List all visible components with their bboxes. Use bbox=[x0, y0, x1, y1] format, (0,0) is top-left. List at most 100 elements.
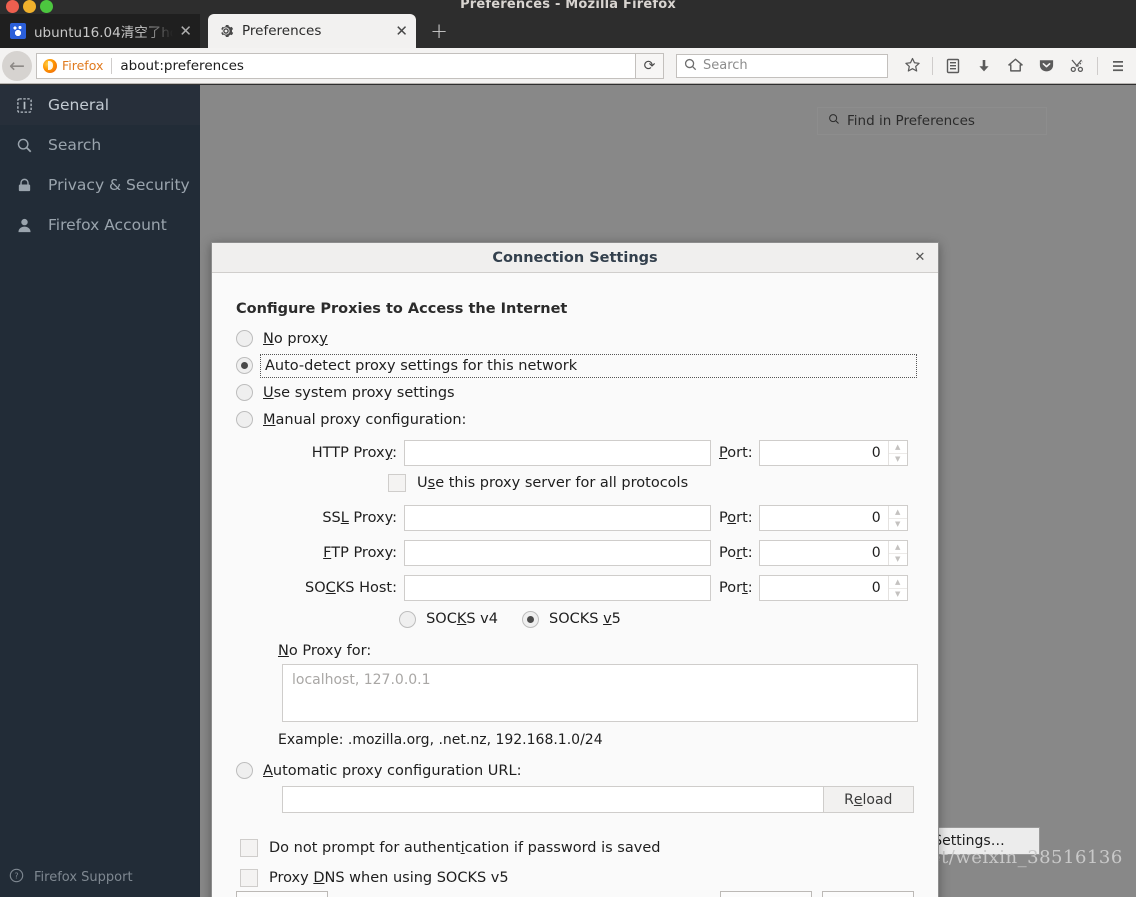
socks-host-input[interactable] bbox=[404, 575, 711, 601]
toolbar-separator bbox=[1097, 56, 1098, 75]
socks-port-stepper[interactable]: 0 ▲ ▼ bbox=[758, 575, 908, 601]
spinner-down-icon[interactable]: ▼ bbox=[889, 554, 907, 566]
radio-indicator[interactable] bbox=[236, 762, 253, 779]
sidebar-item-search[interactable]: Search bbox=[0, 125, 200, 165]
sidebar-firefox-support-link[interactable]: ? Firefox Support bbox=[0, 868, 200, 887]
account-icon bbox=[14, 217, 34, 234]
help-circle-icon: ? bbox=[9, 868, 24, 887]
tab-ubuntu[interactable]: ubuntu16.04清空了hos ✕ bbox=[0, 14, 200, 48]
ftp-port-input[interactable]: 0 bbox=[760, 541, 888, 565]
ssl-port-stepper[interactable]: 0 ▲ ▼ bbox=[758, 505, 908, 531]
toolbar-icons bbox=[898, 52, 1136, 80]
radio-label: Auto-detect proxy settings for this netw… bbox=[260, 353, 917, 378]
radio-label: SOCKS v5 bbox=[548, 611, 621, 627]
checkbox-use-for-all[interactable]: Use this proxy server for all protocols bbox=[388, 468, 914, 498]
http-proxy-input[interactable] bbox=[404, 440, 711, 466]
support-label: Firefox Support bbox=[34, 870, 133, 885]
search-icon bbox=[828, 113, 840, 129]
radio-automatic-pac[interactable]: Automatic proxy configuration URL: bbox=[236, 762, 914, 779]
svg-text:?: ? bbox=[14, 872, 18, 881]
example-text: Example: .mozilla.org, .net.nz, 192.168.… bbox=[278, 732, 603, 748]
radio-system-proxy[interactable]: Use system proxy settings bbox=[236, 379, 914, 406]
cancel-button[interactable]: Cancel bbox=[720, 890, 812, 897]
home-icon[interactable] bbox=[1001, 52, 1029, 80]
radio-socks-v5[interactable] bbox=[521, 610, 539, 628]
dialog-close-icon[interactable]: ✕ bbox=[912, 250, 928, 266]
http-port-stepper[interactable]: 0 ▲ ▼ bbox=[758, 440, 908, 466]
radio-socks-v4[interactable] bbox=[399, 610, 417, 628]
radio-indicator[interactable] bbox=[236, 330, 253, 347]
spinner-up-icon[interactable]: ▲ bbox=[888, 541, 907, 554]
find-in-preferences-input[interactable]: Find in Preferences bbox=[817, 107, 1047, 135]
new-tab-button[interactable]: + bbox=[424, 19, 454, 45]
radio-auto-detect[interactable]: Auto-detect proxy settings for this netw… bbox=[236, 352, 917, 379]
ftp-port-stepper[interactable]: 0 ▲ ▼ bbox=[758, 540, 908, 566]
tab-label: Preferences bbox=[242, 23, 322, 39]
preferences-sidebar: General Search Privacy & Security Firefo… bbox=[0, 85, 200, 897]
toolbar-separator bbox=[932, 56, 933, 75]
dialog-title: Connection Settings bbox=[492, 249, 658, 266]
radio-indicator[interactable] bbox=[236, 384, 253, 401]
radio-label: Manual proxy configuration: bbox=[263, 411, 467, 428]
url-bar[interactable]: Firefox about:preferences bbox=[36, 52, 636, 79]
identity-label: Firefox bbox=[62, 58, 104, 73]
sidebar-item-firefox-account[interactable]: Firefox Account bbox=[0, 205, 200, 245]
port-label: Port: bbox=[719, 545, 753, 561]
checkbox-indicator[interactable] bbox=[240, 839, 258, 857]
checkbox-indicator[interactable] bbox=[388, 474, 406, 492]
ftp-proxy-input[interactable] bbox=[404, 540, 711, 566]
spinner-down-icon[interactable]: ▼ bbox=[889, 519, 907, 531]
no-proxy-textarea[interactable]: localhost, 127.0.0.1 bbox=[282, 664, 918, 722]
sidebar-item-privacy-security[interactable]: Privacy & Security bbox=[0, 165, 200, 205]
spinner[interactable]: ▲ ▼ bbox=[887, 541, 907, 566]
spinner[interactable]: ▲ ▼ bbox=[887, 576, 907, 601]
socks-port-input[interactable]: 0 bbox=[760, 576, 888, 600]
gear-icon bbox=[218, 23, 234, 39]
reload-button[interactable]: ⟳ bbox=[636, 52, 664, 79]
spinner-down-icon[interactable]: ▼ bbox=[889, 454, 907, 466]
ok-button[interactable]: OK bbox=[822, 890, 914, 897]
spinner-down-icon[interactable]: ▼ bbox=[889, 589, 907, 601]
tab-label: ubuntu16.04清空了hos bbox=[34, 25, 174, 41]
browser-window: Preferences - Mozilla Firefox ubuntu16.0… bbox=[0, 0, 1136, 897]
ssl-proxy-input[interactable] bbox=[404, 505, 711, 531]
spinner[interactable]: ▲ ▼ bbox=[887, 441, 907, 466]
tab-close-icon[interactable]: ✕ bbox=[395, 23, 408, 39]
radio-no-proxy[interactable]: No proxy bbox=[236, 325, 914, 352]
firefox-logo-icon bbox=[43, 58, 57, 73]
star-icon[interactable] bbox=[898, 52, 926, 80]
port-label: Port: bbox=[719, 445, 753, 461]
http-port-input[interactable]: 0 bbox=[760, 441, 888, 465]
pac-url-input[interactable] bbox=[282, 786, 824, 813]
field-ssl-proxy: SSL Proxy: Port: 0 ▲ ▼ bbox=[236, 503, 914, 533]
url-input[interactable]: about:preferences bbox=[112, 58, 244, 74]
checkbox-no-auth-prompt[interactable]: Do not prompt for authentication if pass… bbox=[240, 833, 914, 863]
radio-indicator[interactable] bbox=[236, 357, 253, 374]
field-socks-host: SOCKS Host: Port: 0 ▲ ▼ bbox=[236, 573, 914, 603]
sidebar-item-label: Firefox Account bbox=[48, 216, 167, 234]
back-button[interactable]: ← bbox=[2, 50, 32, 81]
sidebar-item-general[interactable]: General bbox=[0, 85, 200, 125]
tab-close-icon[interactable]: ✕ bbox=[179, 23, 192, 39]
spinner[interactable]: ▲ ▼ bbox=[887, 506, 907, 531]
library-icon[interactable] bbox=[939, 52, 967, 80]
spinner-up-icon[interactable]: ▲ bbox=[888, 576, 907, 589]
spinner-up-icon[interactable]: ▲ bbox=[888, 441, 907, 454]
radio-indicator[interactable] bbox=[236, 411, 253, 428]
window-titlebar: Preferences - Mozilla Firefox bbox=[0, 0, 1136, 14]
radio-manual-proxy[interactable]: Manual proxy configuration: bbox=[236, 406, 914, 433]
identity-box[interactable]: Firefox bbox=[37, 58, 111, 73]
menu-icon[interactable] bbox=[1104, 52, 1132, 80]
download-icon[interactable] bbox=[970, 52, 998, 80]
pac-reload-button[interactable]: Re load bbox=[823, 786, 914, 813]
checkbox-label: Do not prompt for authentication if pass… bbox=[269, 840, 661, 856]
checkbox-label: Use this proxy server for all protocols bbox=[417, 475, 689, 491]
spinner-up-icon[interactable]: ▲ bbox=[888, 506, 907, 519]
tab-preferences[interactable]: Preferences ✕ bbox=[208, 14, 416, 48]
help-button[interactable]: Help bbox=[236, 890, 328, 897]
ssl-port-input[interactable]: 0 bbox=[760, 506, 888, 530]
search-icon bbox=[14, 137, 34, 154]
search-bar[interactable]: Search bbox=[676, 53, 888, 78]
pocket-icon[interactable] bbox=[1032, 52, 1060, 80]
screenshot-icon[interactable] bbox=[1063, 52, 1091, 80]
